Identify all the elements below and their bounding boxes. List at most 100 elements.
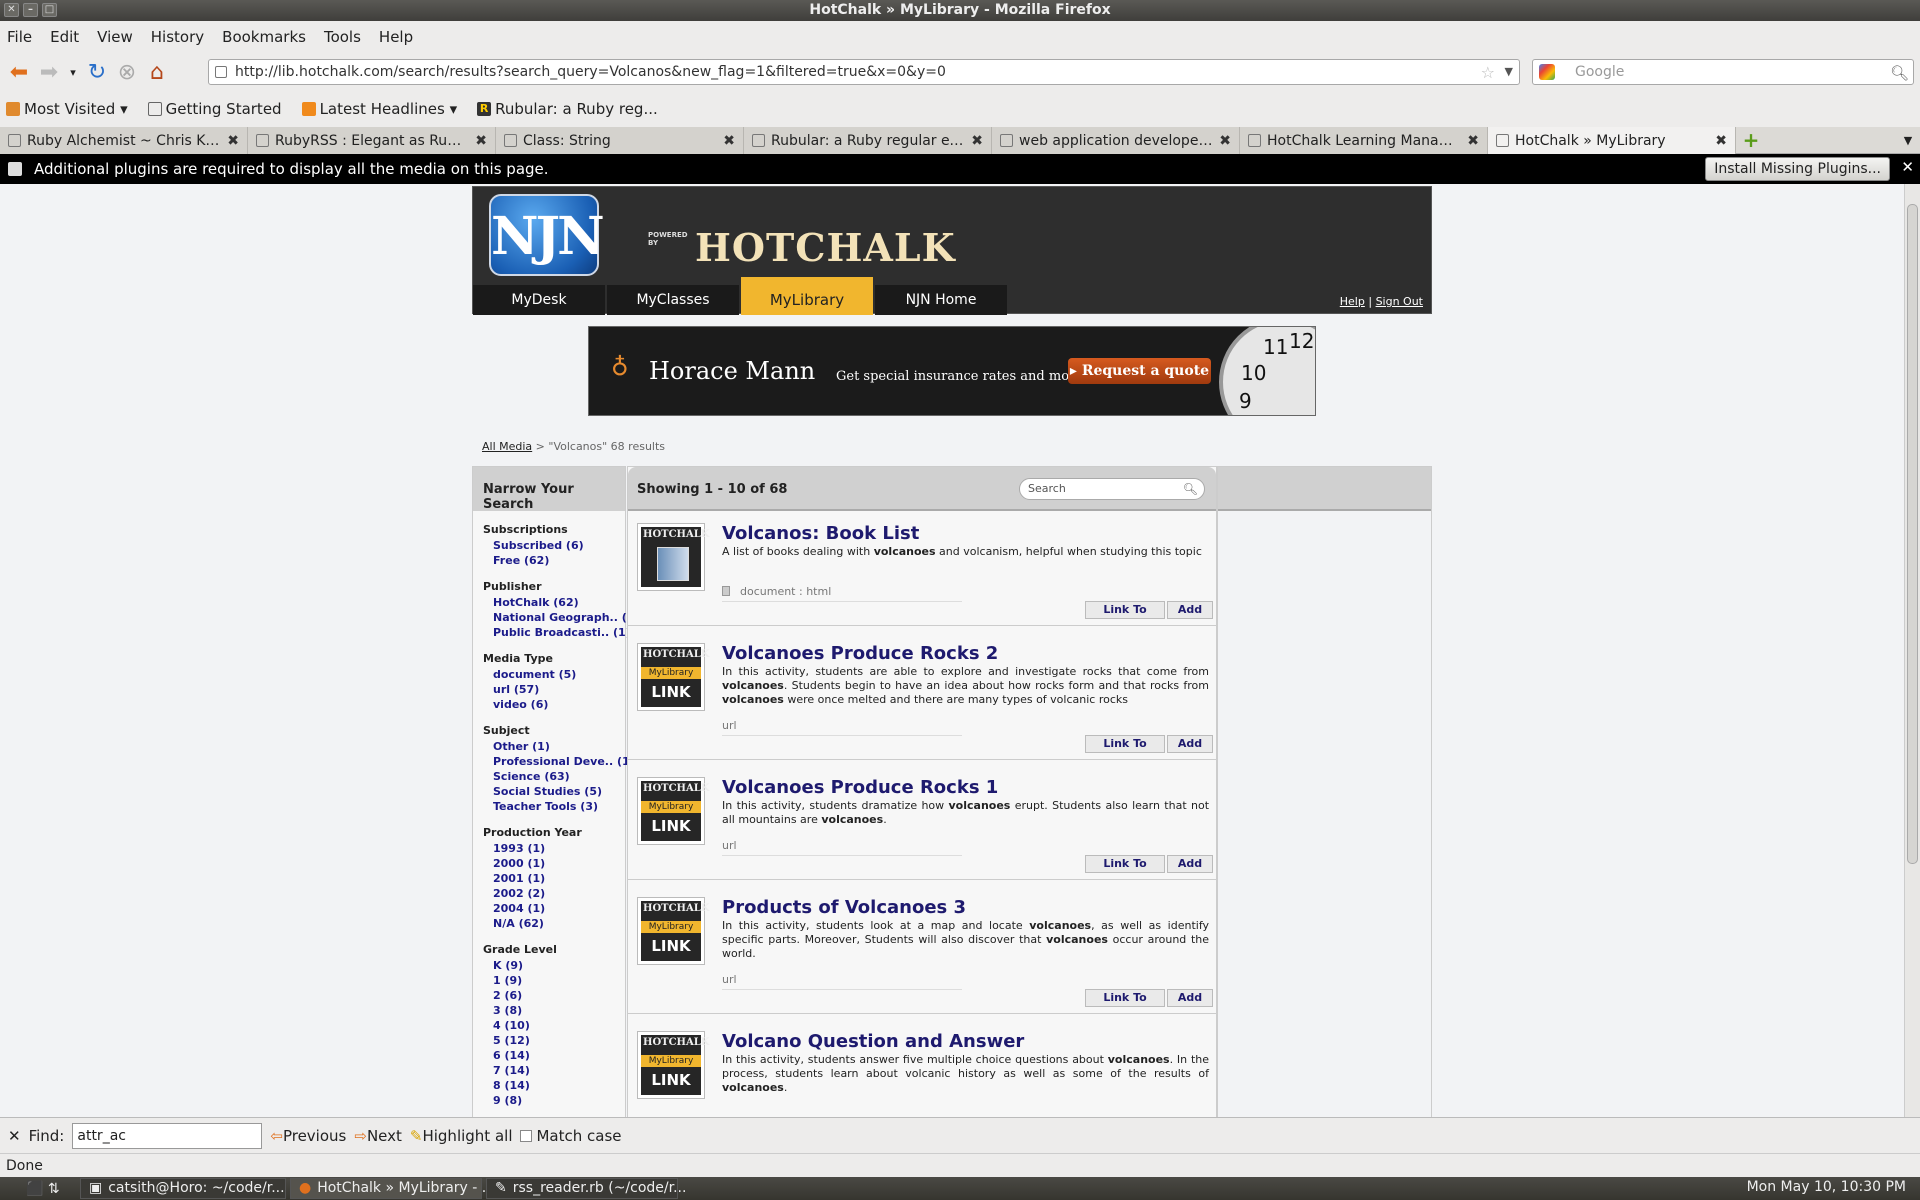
result-title[interactable]: Volcanoes Produce Rocks 2 xyxy=(722,643,998,664)
system-tray-icons[interactable]: ⬛ ⇅ xyxy=(26,1181,76,1197)
tab-4[interactable]: web application developer ... ✖ xyxy=(992,127,1240,154)
menu-tools[interactable]: Tools xyxy=(324,28,361,46)
nav-njn-home[interactable]: NJN Home xyxy=(875,285,1007,315)
link-to-button[interactable]: Link To xyxy=(1085,855,1165,873)
facet-link[interactable]: Teacher Tools (3) xyxy=(483,799,625,814)
bookmark-latest-headlines[interactable]: Latest Headlines ▾ xyxy=(301,100,457,118)
home-icon[interactable]: ⌂ xyxy=(142,57,172,87)
tab-3[interactable]: Rubular: a Ruby regular ex... ✖ xyxy=(744,127,992,154)
link-to-button[interactable]: Link To xyxy=(1085,735,1165,753)
tab-6[interactable]: HotChalk » MyLibrary ✖ xyxy=(1488,127,1736,154)
close-tab-icon[interactable]: ✖ xyxy=(475,133,487,149)
history-dropdown-icon[interactable]: ▾ xyxy=(64,57,82,87)
highlight-all-button[interactable]: ✎Highlight all xyxy=(410,1127,513,1145)
vertical-scrollbar[interactable] xyxy=(1904,184,1920,1117)
taskbar-clock[interactable]: Mon May 10, 10:30 PM xyxy=(1747,1179,1906,1195)
back-icon[interactable]: ⬅ xyxy=(4,57,34,87)
njn-logo[interactable]: NJN xyxy=(489,194,605,276)
results-search-input[interactable]: Search 🔍︎ xyxy=(1019,478,1205,500)
add-button[interactable]: Add xyxy=(1167,601,1213,619)
forward-icon[interactable]: ➡ xyxy=(34,57,64,87)
link-to-button[interactable]: Link To xyxy=(1085,601,1165,619)
facet-link[interactable]: K (9) xyxy=(483,958,625,973)
facet-link[interactable]: 7 (14) xyxy=(483,1063,625,1078)
new-tab-icon[interactable]: + xyxy=(1736,127,1766,153)
advertisement-banner[interactable]: ♁ Horace Mann Get special insurance rate… xyxy=(588,326,1316,416)
bookmark-star-icon[interactable]: ☆ xyxy=(1481,61,1495,85)
menu-file[interactable]: File xyxy=(7,28,32,46)
facet-link[interactable]: 5 (12) xyxy=(483,1033,625,1048)
bookmark-rubular[interactable]: R Rubular: a Ruby reg... xyxy=(477,100,658,118)
facet-link[interactable]: 2001 (1) xyxy=(483,871,625,886)
maximize-window-icon[interactable]: □ xyxy=(42,3,57,17)
menu-edit[interactable]: Edit xyxy=(50,28,79,46)
menu-history[interactable]: History xyxy=(151,28,204,46)
reload-icon[interactable]: ↻ xyxy=(82,57,112,87)
list-tabs-icon[interactable]: ▼ xyxy=(1896,127,1920,153)
facet-link[interactable]: 2004 (1) xyxy=(483,901,625,916)
taskbar-editor[interactable]: ✎ rss_reader.rb (~/code/r... xyxy=(486,1178,686,1199)
url-input[interactable]: http://lib.hotchalk.com/search/results?s… xyxy=(208,59,1520,85)
add-button[interactable]: Add xyxy=(1167,735,1213,753)
find-previous-button[interactable]: ⇦Previous xyxy=(270,1127,346,1145)
result-title[interactable]: Volcanoes Produce Rocks 1 xyxy=(722,777,998,798)
facet-link[interactable]: 4 (10) xyxy=(483,1018,625,1033)
scrollbar-thumb[interactable] xyxy=(1907,204,1918,864)
facet-link[interactable]: video (6) xyxy=(483,697,625,712)
tab-2[interactable]: Class: String ✖ xyxy=(496,127,744,154)
close-tab-icon[interactable]: ✖ xyxy=(1715,133,1727,149)
taskbar-firefox[interactable]: ● HotChalk » MyLibrary - ... xyxy=(290,1178,495,1199)
facet-link[interactable]: Other (1) xyxy=(483,739,625,754)
facet-link[interactable]: Free (62) xyxy=(483,553,625,568)
facet-link[interactable]: 2000 (1) xyxy=(483,856,625,871)
facet-link[interactable]: 2002 (2) xyxy=(483,886,625,901)
request-quote-button[interactable]: ▸ Request a quote xyxy=(1068,358,1211,384)
nav-mylibrary[interactable]: MyLibrary xyxy=(741,277,873,315)
result-thumbnail[interactable]: HOTCHALK MyLibrary LINK xyxy=(637,777,710,845)
facet-link[interactable]: url (57) xyxy=(483,682,625,697)
facet-link[interactable]: 1993 (1) xyxy=(483,841,625,856)
facet-link[interactable]: National Geograph.. (5) xyxy=(483,610,639,625)
all-media-link[interactable]: All Media xyxy=(482,440,532,453)
result-thumbnail[interactable]: HOTCHALK MyLibrary LINK xyxy=(637,1031,710,1099)
add-button[interactable]: Add xyxy=(1167,989,1213,1007)
match-case-checkbox[interactable]: Match case xyxy=(520,1127,622,1145)
menu-help[interactable]: Help xyxy=(379,28,413,46)
help-link[interactable]: Help xyxy=(1340,295,1365,308)
close-tab-icon[interactable]: ✖ xyxy=(1467,133,1479,149)
result-thumbnail[interactable]: HOTCHALK MyLibrary LINK xyxy=(637,643,710,711)
result-title[interactable]: Volcanos: Book List xyxy=(722,523,919,544)
close-tab-icon[interactable]: ✖ xyxy=(723,133,735,149)
facet-link[interactable]: document (5) xyxy=(483,667,625,682)
find-next-button[interactable]: ⇨Next xyxy=(354,1127,402,1145)
bookmark-most-visited[interactable]: Most Visited ▾ xyxy=(6,100,128,118)
close-tab-icon[interactable]: ✖ xyxy=(1219,133,1231,149)
close-window-icon[interactable]: ✕ xyxy=(4,3,19,17)
facet-link[interactable]: Professional Deve.. (1) xyxy=(483,754,635,769)
facet-link[interactable]: N/A (62) xyxy=(483,916,625,931)
link-to-button[interactable]: Link To xyxy=(1085,989,1165,1007)
close-tab-icon[interactable]: ✖ xyxy=(971,133,983,149)
result-thumbnail[interactable]: HOTCHALK MyLibrary LINK xyxy=(637,897,710,965)
result-title[interactable]: Products of Volcanoes 3 xyxy=(722,897,966,918)
minimize-window-icon[interactable]: – xyxy=(23,3,38,17)
result-title[interactable]: Volcano Question and Answer xyxy=(722,1031,1024,1052)
facet-link[interactable]: 3 (8) xyxy=(483,1003,625,1018)
search-icon[interactable]: 🔍︎ xyxy=(1890,61,1909,85)
menu-bookmarks[interactable]: Bookmarks xyxy=(222,28,306,46)
facet-link[interactable]: 2 (6) xyxy=(483,988,625,1003)
facet-link[interactable]: Public Broadcasti.. (1) xyxy=(483,625,631,640)
bookmark-getting-started[interactable]: Getting Started xyxy=(147,100,282,118)
sign-out-link[interactable]: Sign Out xyxy=(1376,295,1423,308)
tab-5[interactable]: HotChalk Learning Manage... ✖ xyxy=(1240,127,1488,154)
close-tab-icon[interactable]: ✖ xyxy=(227,133,239,149)
close-notification-icon[interactable]: ✕ xyxy=(1901,158,1914,176)
install-plugins-button[interactable]: Install Missing Plugins... xyxy=(1705,157,1890,181)
close-find-icon[interactable]: ✕ xyxy=(8,1127,21,1145)
nav-myclasses[interactable]: MyClasses xyxy=(607,285,739,315)
facet-link[interactable]: 6 (14) xyxy=(483,1048,625,1063)
facet-link[interactable]: Subscribed (6) xyxy=(483,538,625,553)
menu-view[interactable]: View xyxy=(97,28,133,46)
web-search-input[interactable]: Google 🔍︎ xyxy=(1532,59,1914,85)
facet-link[interactable]: Science (63) xyxy=(483,769,625,784)
